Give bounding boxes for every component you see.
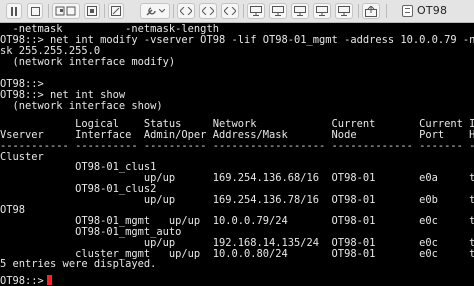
- share-button[interactable]: [362, 3, 380, 19]
- table-divider-line: ----------- ---------- ---------- ------…: [0, 140, 474, 152]
- settings-button[interactable]: [140, 3, 170, 19]
- code-icon: [202, 7, 214, 15]
- snapshot-button[interactable]: [52, 3, 80, 19]
- wrench-icon: [146, 6, 156, 15]
- code-icon: [224, 7, 236, 15]
- terminal-line: (network interface show): [0, 100, 163, 112]
- monitor-icon: [272, 6, 284, 16]
- screenshot-button[interactable]: [84, 3, 100, 19]
- code-button-3[interactable]: [221, 3, 239, 19]
- chevron-down-icon: [159, 9, 165, 13]
- vm-window-icon: [402, 5, 413, 17]
- stop-button[interactable]: [27, 3, 43, 19]
- terminal-line: (network interface modify): [0, 56, 176, 68]
- code-button-1[interactable]: [177, 3, 195, 19]
- display-button-5[interactable]: [335, 3, 353, 19]
- terminal-line: 5 entries were displayed.: [0, 258, 157, 270]
- vm-toolbar: OT98: [0, 0, 474, 23]
- code-button-2[interactable]: [199, 3, 217, 19]
- monitor-icon: [250, 6, 262, 16]
- table-row: up/up 169.254.136.78/16 OT98-01 e0b true: [0, 194, 474, 206]
- terminal-output[interactable]: -netmask -netmask-length OT98::> net int…: [0, 23, 474, 286]
- terminal-prompt: OT98::>: [0, 275, 51, 286]
- code-icon: [180, 7, 192, 15]
- stop-icon: [30, 6, 40, 16]
- share-icon: [365, 5, 377, 17]
- monitor-icon: [338, 6, 350, 16]
- snapshot-icon: [55, 6, 76, 16]
- terminal-cursor: [47, 275, 52, 285]
- display-button-1[interactable]: [247, 3, 265, 19]
- display-button-4[interactable]: [313, 3, 331, 19]
- edit-button[interactable]: [108, 3, 124, 19]
- pencil-icon: [111, 6, 121, 16]
- display-button-2[interactable]: [269, 3, 287, 19]
- vm-title: OT98: [417, 4, 448, 17]
- monitor-icon: [294, 6, 306, 16]
- camera-icon: [87, 6, 97, 16]
- pause-icon: [11, 6, 17, 16]
- monitor-icon: [316, 6, 328, 16]
- display-button-3[interactable]: [291, 3, 309, 19]
- pause-button[interactable]: [6, 3, 22, 19]
